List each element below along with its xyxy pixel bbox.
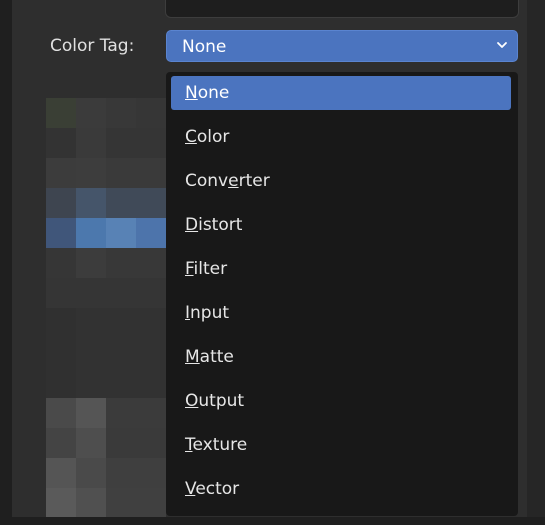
- menu-item-label-post: one: [197, 83, 230, 103]
- chevron-down-icon: [497, 42, 507, 48]
- blurred-thumbnail: [46, 98, 166, 518]
- menu-item-accelerator-key: C: [185, 127, 197, 147]
- color-tag-selected-value: None: [182, 37, 227, 57]
- panel-bottom-border: [0, 517, 545, 525]
- previous-field[interactable]: [165, 0, 519, 18]
- menu-item[interactable]: None: [171, 76, 511, 110]
- menu-item-label-post: istort: [198, 215, 243, 235]
- menu-item-accelerator-key: D: [185, 215, 199, 235]
- panel-left-border: [0, 0, 12, 525]
- menu-item-label-post: ector: [195, 479, 240, 499]
- menu-item[interactable]: Output: [171, 384, 511, 418]
- menu-item-label-post: nput: [190, 303, 230, 323]
- menu-item[interactable]: Vector: [171, 472, 511, 506]
- color-tag-dropdown-menu: None Color Converter Distort Filter Input Matt…: [166, 72, 518, 516]
- menu-item-accelerator-key: N: [185, 83, 198, 103]
- menu-item[interactable]: Input: [171, 296, 511, 330]
- menu-item-label-pre: Conv: [185, 171, 229, 191]
- menu-item[interactable]: Matte: [171, 340, 511, 374]
- menu-item-accelerator-key: M: [185, 347, 200, 367]
- menu-item-accelerator-key: T: [185, 435, 193, 455]
- menu-item-label-post: exture: [192, 435, 248, 455]
- menu-item[interactable]: Texture: [171, 428, 511, 462]
- menu-item[interactable]: Filter: [171, 252, 511, 286]
- menu-item-accelerator-key: e: [228, 171, 239, 191]
- menu-item-accelerator-key: V: [185, 479, 196, 499]
- menu-item[interactable]: Color: [171, 120, 511, 154]
- menu-item[interactable]: Converter: [171, 164, 511, 198]
- menu-item-accelerator-key: F: [185, 259, 194, 279]
- node-properties-panel: Color Tag: None None Color Converter Distor…: [0, 0, 545, 525]
- menu-item-label-post: ilter: [193, 259, 228, 279]
- menu-item-label-post: rter: [238, 171, 270, 191]
- menu-item-accelerator-key: O: [185, 391, 199, 411]
- menu-item[interactable]: Distort: [171, 208, 511, 242]
- menu-item-label-post: olor: [196, 127, 230, 147]
- panel-right-border: [527, 0, 545, 525]
- menu-item-label-post: utput: [198, 391, 245, 411]
- color-tag-label: Color Tag:: [50, 36, 135, 56]
- color-tag-select[interactable]: None: [166, 30, 518, 62]
- menu-item-label-post: atte: [199, 347, 234, 367]
